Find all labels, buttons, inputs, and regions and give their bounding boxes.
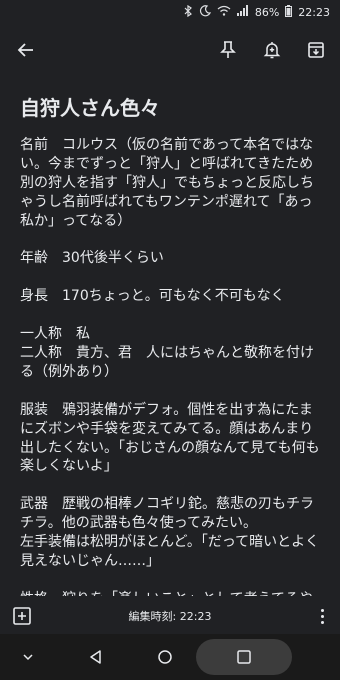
arrow-left-icon bbox=[17, 43, 33, 57]
home-square-button[interactable] bbox=[234, 647, 254, 667]
battery-percent: 86% bbox=[254, 5, 280, 19]
archive-icon bbox=[308, 42, 324, 58]
pin-button[interactable] bbox=[216, 38, 240, 62]
signal-icon bbox=[236, 5, 249, 19]
nav-back-button[interactable] bbox=[86, 647, 106, 667]
note-bottom-bar: 編集時刻: 22:23 bbox=[0, 598, 340, 634]
back-button[interactable] bbox=[14, 38, 38, 62]
archive-button[interactable] bbox=[304, 38, 328, 62]
note-title[interactable]: 自狩人さん色々 bbox=[20, 94, 325, 122]
recents-icon bbox=[158, 650, 172, 664]
reminder-button[interactable] bbox=[260, 38, 284, 62]
wifi-icon bbox=[217, 5, 231, 19]
recents-button[interactable] bbox=[155, 647, 175, 667]
bell-plus-icon bbox=[263, 42, 281, 59]
pin-icon bbox=[220, 41, 236, 58]
back-triangle-icon bbox=[90, 650, 101, 664]
do-not-disturb-icon bbox=[199, 4, 211, 20]
battery-icon bbox=[285, 4, 293, 20]
home-square-icon bbox=[237, 650, 251, 664]
more-options-button[interactable] bbox=[318, 604, 326, 628]
hide-keyboard-button[interactable] bbox=[18, 647, 38, 667]
note-body[interactable]: 名前 コルウス（仮の名前であって本名ではない。今までずっと「狩人」と呼ばれてきた… bbox=[20, 136, 325, 596]
clock: 22:23 bbox=[298, 5, 330, 19]
status-bar: 86% 22:23 bbox=[0, 0, 340, 24]
more-vert-icon bbox=[320, 608, 324, 624]
bluetooth-icon bbox=[184, 4, 193, 20]
system-nav-bar bbox=[0, 634, 340, 680]
note-toolbar bbox=[0, 24, 340, 76]
edited-time: 編集時刻: 22:23 bbox=[128, 610, 212, 623]
chevron-down-icon bbox=[23, 654, 33, 661]
